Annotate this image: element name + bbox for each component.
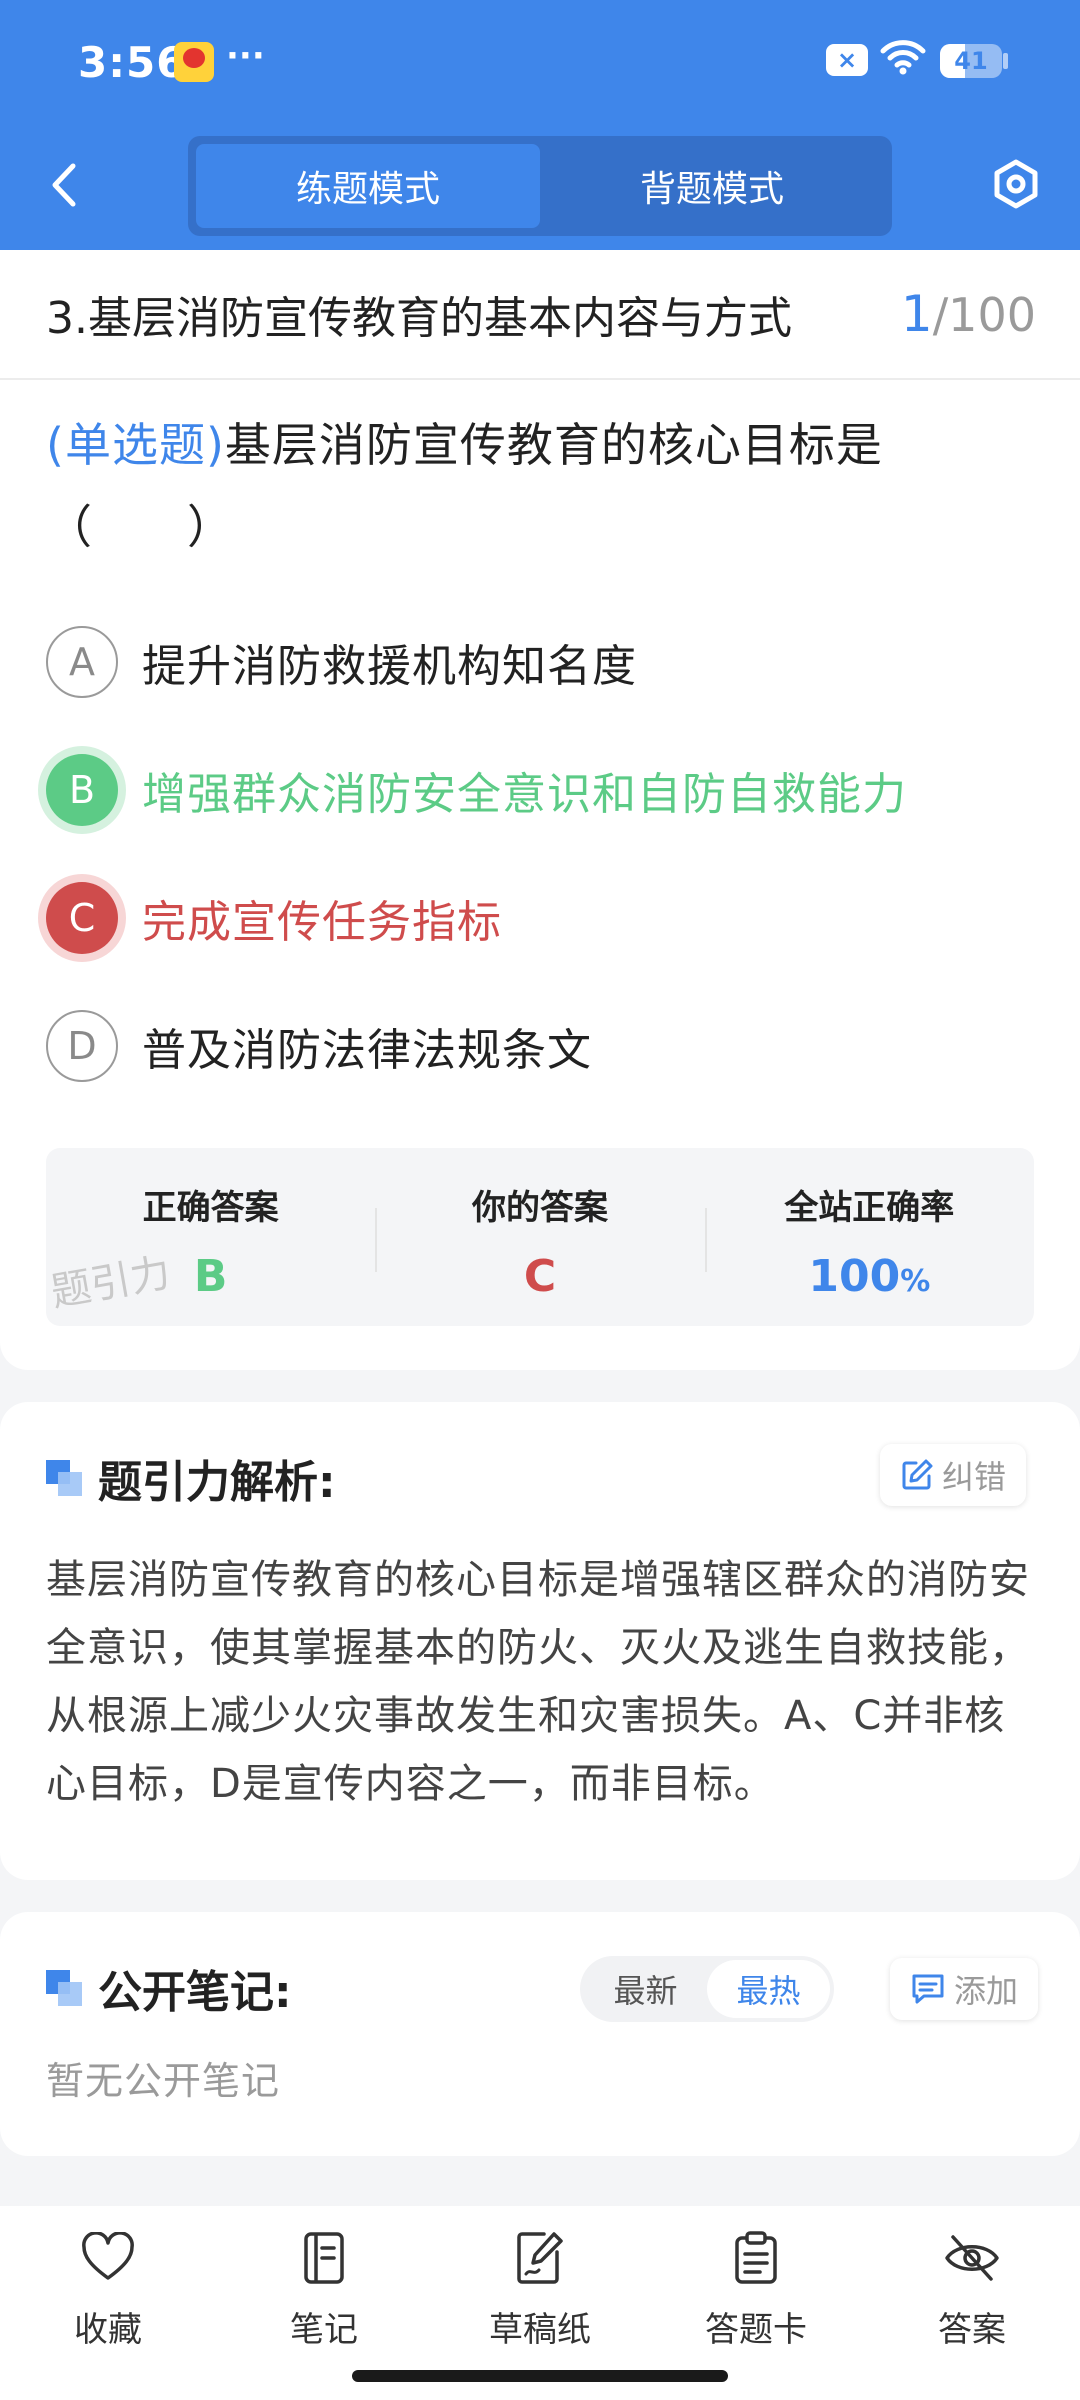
option-b-text: 增强群众消防安全意识和自防自救能力: [142, 769, 907, 820]
accuracy-number: 100: [808, 1251, 901, 1302]
home-indicator[interactable]: [352, 2370, 728, 2382]
heart-icon: [78, 2228, 138, 2288]
option-c[interactable]: C 完成宣传任务指标: [0, 854, 1080, 982]
question-counter[interactable]: 1/100: [901, 285, 1036, 343]
battery-level: 41: [954, 47, 988, 75]
more-notifications-icon: ···: [226, 36, 265, 76]
current-index: 1: [900, 285, 933, 343]
section-square-icon: [46, 1460, 82, 1496]
your-answer-value: C: [523, 1251, 557, 1302]
mode-switch: 练题模式 背题模式: [188, 136, 892, 236]
accuracy-unit: %: [900, 1264, 931, 1299]
nav-answer-label: 答案: [938, 2310, 1006, 2350]
option-c-letter: C: [46, 882, 118, 954]
sort-hottest[interactable]: 最热: [707, 1960, 830, 2018]
settings-button[interactable]: [986, 152, 1046, 216]
section-bar: 3.基层消防宣传教育的基本内容与方式 1/100: [0, 250, 1080, 380]
tab-memorize-mode[interactable]: 背题模式: [540, 144, 884, 228]
nav-notes-label: 笔记: [290, 2310, 358, 2350]
notes-sort-toggle: 最新 最热: [580, 1956, 834, 2022]
option-a-text: 提升消防救援机构知名度: [142, 641, 637, 692]
analysis-text: 基层消防宣传教育的核心目标是增强辖区群众的消防安全意识，使其掌握基本的防火、灭火…: [46, 1557, 1030, 1807]
your-answer-label: 你的答案: [471, 1188, 608, 1228]
total-count: /100: [932, 288, 1036, 342]
nav-answer-sheet-label: 答题卡: [705, 2310, 807, 2350]
answer-summary: 正确答案 B 你的答案 C 全站正确率 100%: [46, 1148, 1034, 1326]
option-d[interactable]: D 普及消防法律法规条文: [0, 982, 1080, 1110]
sort-newest[interactable]: 最新: [584, 1960, 707, 2018]
correction-button[interactable]: 纠错: [880, 1444, 1027, 1506]
back-button[interactable]: [34, 150, 94, 220]
add-note-label: 添加: [954, 1972, 1019, 2010]
add-note-button[interactable]: 添加: [890, 1958, 1039, 2020]
notes-title: 公开笔记:: [98, 1967, 292, 2018]
accuracy-col: 全站正确率 100%: [704, 1148, 1034, 1326]
accuracy-label: 全站正确率: [784, 1188, 955, 1228]
chevron-left-icon: [52, 163, 76, 207]
draft-paper-icon: [510, 2228, 570, 2288]
option-b-letter: B: [46, 754, 118, 826]
notebook-icon: [294, 2228, 354, 2288]
app-header: 3:56 ··· × 41 练题模式 背题模式: [0, 0, 1080, 250]
option-b[interactable]: B 增强群众消防安全意识和自防自救能力: [0, 726, 1080, 854]
tab-practice-mode[interactable]: 练题模式: [196, 144, 540, 228]
notes-card: 公开笔记: 最新 最热 添加 暂无公开笔记: [0, 1912, 1080, 2156]
analysis-header: 题引力解析:: [46, 1448, 336, 1508]
correct-answer-value: B: [193, 1251, 228, 1302]
nav-answer[interactable]: 答案: [864, 2206, 1080, 2400]
option-a[interactable]: A 提升消防救援机构知名度: [0, 598, 1080, 726]
status-time: 3:56: [78, 38, 187, 87]
app-notification-icon: [174, 42, 214, 82]
correction-label: 纠错: [942, 1458, 1007, 1496]
comment-icon: [912, 1974, 944, 2004]
eye-off-icon: [942, 2228, 1002, 2288]
option-c-text: 完成宣传任务指标: [142, 897, 502, 948]
wifi-icon: [880, 40, 926, 75]
analysis-card: 题引力解析: 纠错 基层消防宣传教育的核心目标是增强辖区群众的消防安全意识，使其…: [0, 1402, 1080, 1880]
section-square-icon: [46, 1970, 82, 2006]
option-d-text: 普及消防法律法规条文: [142, 1025, 592, 1076]
empty-notes-text: 暂无公开笔记: [46, 2059, 281, 2103]
hexagon-settings-icon: [994, 159, 1038, 209]
section-title: 3.基层消防宣传教育的基本内容与方式: [46, 293, 792, 344]
options-list: A 提升消防救援机构知名度 B 增强群众消防安全意识和自防自救能力 C 完成宣传…: [0, 598, 1080, 1110]
option-d-letter: D: [46, 1010, 118, 1082]
answer-sheet-icon: [726, 2228, 786, 2288]
question-card: 3.基层消防宣传教育的基本内容与方式 1/100 (单选题)基层消防宣传教育的核…: [0, 250, 1080, 1370]
no-sim-icon: ×: [826, 44, 868, 76]
edit-icon: [902, 1459, 933, 1490]
question-type: (单选题): [46, 418, 225, 472]
analysis-title: 题引力解析:: [98, 1457, 336, 1508]
accuracy-value: 100%: [808, 1251, 930, 1302]
battery-tip: [1003, 53, 1008, 69]
option-a-letter: A: [46, 626, 118, 698]
notes-header: 公开笔记:: [46, 1958, 292, 2018]
question-stem: (单选题)基层消防宣传教育的核心目标是（ ）: [46, 404, 1034, 568]
nav-favorite-label: 收藏: [74, 2310, 142, 2350]
correct-answer-label: 正确答案: [142, 1188, 279, 1228]
your-answer-col: 你的答案 C: [375, 1148, 704, 1326]
battery-icon: 41: [940, 44, 1002, 78]
nav-draft-label: 草稿纸: [489, 2310, 591, 2350]
nav-favorite[interactable]: 收藏: [0, 2206, 216, 2400]
